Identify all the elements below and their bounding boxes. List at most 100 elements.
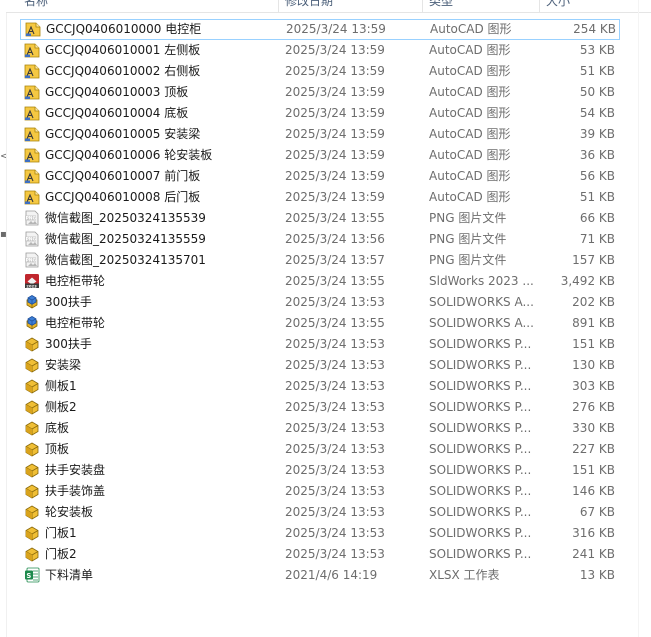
png-file-icon: PNG [24, 210, 40, 226]
file-row[interactable]: 2023 电控柜带轮 2025/3/24 13:55 SldWorks 2023 ..… [20, 271, 620, 292]
file-type: SOLIDWORKS P... [429, 400, 532, 414]
file-size: 71 KB [579, 232, 615, 246]
file-name: 300扶手 [45, 337, 92, 351]
column-divider[interactable] [422, 0, 423, 12]
file-row[interactable]: 扶手安装盘 2025/3/24 13:53 SOLIDWORKS P... 151 K… [20, 460, 620, 481]
file-row[interactable]: 300扶手 2025/3/24 13:53 SOLIDWORKS P... 151 K… [20, 334, 620, 355]
dwg-file-icon [24, 168, 40, 184]
svg-text:PNG: PNG [26, 258, 37, 264]
file-type: SOLIDWORKS P... [429, 442, 532, 456]
assembly-file-icon [24, 315, 40, 331]
file-date-modified: 2025/3/24 13:57 [285, 253, 385, 267]
file-row[interactable]: 门板2 2025/3/24 13:53 SOLIDWORKS P... 241 KB [20, 544, 620, 565]
file-size: 54 KB [579, 106, 615, 120]
file-row[interactable]: 安装梁 2025/3/24 13:53 SOLIDWORKS P... 130 KB [20, 355, 620, 376]
column-divider[interactable] [278, 0, 279, 12]
file-row[interactable]: PNG 微信截图_20250324135559 2025/3/24 13:56 PNG… [20, 229, 620, 250]
part-file-icon [24, 504, 40, 520]
file-date-modified: 2025/3/24 13:59 [285, 190, 385, 204]
file-date-modified: 2025/3/24 13:59 [285, 169, 385, 183]
file-size: 67 KB [579, 505, 615, 519]
file-row[interactable]: 底板 2025/3/24 13:53 SOLIDWORKS P... 330 KB [20, 418, 620, 439]
file-size: 130 KB [572, 358, 615, 372]
file-row[interactable]: PNG 微信截图_20250324135539 2025/3/24 13:55 PNG… [20, 208, 620, 229]
file-name: 300扶手 [45, 295, 92, 309]
file-row[interactable]: GCCJQ0406010002 右侧板 2025/3/24 13:59 AutoCA… [20, 61, 620, 82]
file-row[interactable]: S 下料清单 2021/4/6 14:19 XLSX 工作表 13 KB [20, 565, 620, 586]
file-row[interactable]: GCCJQ0406010008 后门板 2025/3/24 13:59 AutoCA… [20, 187, 620, 208]
file-size: 254 KB [573, 22, 616, 36]
part-file-icon [24, 525, 40, 541]
collapsed-tree-item-icon[interactable]: ▪ [0, 230, 6, 240]
file-size: 330 KB [572, 421, 615, 435]
file-date-modified: 2025/3/24 13:53 [285, 400, 385, 414]
file-row[interactable]: GCCJQ0406010007 前门板 2025/3/24 13:59 AutoCA… [20, 166, 620, 187]
file-date-modified: 2025/3/24 13:59 [285, 64, 385, 78]
file-row[interactable]: GCCJQ0406010006 轮安装板 2025/3/24 13:59 AutoC… [20, 145, 620, 166]
column-header-date[interactable]: 修改日期 [285, 0, 333, 9]
file-type: SOLIDWORKS P... [429, 358, 532, 372]
vertical-scrollbar-track[interactable] [638, 0, 639, 637]
file-row[interactable]: 侧板2 2025/3/24 13:53 SOLIDWORKS P... 276 KB [20, 397, 620, 418]
file-size: 13 KB [579, 568, 615, 582]
file-row[interactable]: 电控柜带轮 2025/3/24 13:55 SOLIDWORKS A... 891 K… [20, 313, 620, 334]
file-type: SOLIDWORKS P... [429, 547, 532, 561]
file-row[interactable]: GCCJQ0406010005 安装梁 2025/3/24 13:59 AutoCA… [20, 124, 620, 145]
file-list: GCCJQ0406010000 电控柜 2025/3/24 13:59 AutoCA… [20, 19, 620, 586]
file-date-modified: 2025/3/24 13:59 [285, 43, 385, 57]
svg-text:PNG: PNG [26, 216, 37, 222]
file-name: 底板 [45, 421, 70, 435]
file-name: GCCJQ0406010007 前门板 [45, 169, 201, 183]
file-row[interactable]: 顶板 2025/3/24 13:53 SOLIDWORKS P... 227 KB [20, 439, 620, 460]
collapsed-tree-chevron-icon[interactable]: < [0, 152, 6, 162]
file-type: PNG 图片文件 [429, 253, 507, 267]
column-header-size[interactable]: 大小 [546, 0, 570, 9]
file-row[interactable]: GCCJQ0406010001 左侧板 2025/3/24 13:59 AutoCA… [20, 40, 620, 61]
file-size: 276 KB [572, 400, 615, 414]
svg-text:PNG: PNG [26, 237, 37, 243]
file-row[interactable]: 扶手装饰盖 2025/3/24 13:53 SOLIDWORKS P... 146 K… [20, 481, 620, 502]
file-row[interactable]: 门板1 2025/3/24 13:53 SOLIDWORKS P... 316 KB [20, 523, 620, 544]
dwg-file-icon [24, 63, 40, 79]
file-type: SOLIDWORKS A... [429, 295, 534, 309]
column-header-type[interactable]: 类型 [429, 0, 453, 9]
file-type: SOLIDWORKS P... [429, 505, 532, 519]
file-date-modified: 2025/3/24 13:55 [285, 274, 385, 288]
file-size: 51 KB [579, 190, 615, 204]
file-row[interactable]: GCCJQ0406010004 底板 2025/3/24 13:59 AutoCAD… [20, 103, 620, 124]
file-type: SOLIDWORKS A... [429, 316, 534, 330]
file-name: 侧板1 [45, 379, 77, 393]
file-name: 电控柜带轮 [45, 274, 106, 288]
file-size: 157 KB [572, 253, 615, 267]
file-date-modified: 2025/3/24 13:53 [285, 421, 385, 435]
file-name: 轮安装板 [45, 505, 94, 519]
part-file-icon [24, 441, 40, 457]
dwg-file-icon [24, 84, 40, 100]
file-row[interactable]: GCCJQ0406010000 电控柜 2025/3/24 13:59 AutoCA… [20, 19, 620, 40]
file-type: SOLIDWORKS P... [429, 526, 532, 540]
file-type: AutoCAD 图形 [429, 190, 511, 204]
file-row[interactable]: 300扶手 2025/3/24 13:53 SOLIDWORKS A... 202 K… [20, 292, 620, 313]
dwg-file-icon [24, 42, 40, 58]
file-row[interactable]: 侧板1 2025/3/24 13:53 SOLIDWORKS P... 303 KB [20, 376, 620, 397]
file-date-modified: 2025/3/24 13:53 [285, 547, 385, 561]
file-type: AutoCAD 图形 [429, 169, 511, 183]
file-date-modified: 2025/3/24 13:53 [285, 484, 385, 498]
file-type: PNG 图片文件 [429, 211, 507, 225]
column-divider[interactable] [539, 0, 540, 12]
part-file-icon [24, 420, 40, 436]
png-file-icon: PNG [24, 252, 40, 268]
file-row[interactable]: 轮安装板 2025/3/24 13:53 SOLIDWORKS P... 67 KB [20, 502, 620, 523]
file-name: GCCJQ0406010005 安装梁 [45, 127, 201, 141]
file-size: 51 KB [579, 64, 615, 78]
file-date-modified: 2025/3/24 13:59 [285, 106, 385, 120]
file-date-modified: 2021/4/6 14:19 [285, 568, 378, 582]
file-row[interactable]: PNG 微信截图_20250324135701 2025/3/24 13:57 PNG… [20, 250, 620, 271]
file-type: XLSX 工作表 [429, 568, 500, 582]
column-header-name[interactable]: 名称 [24, 0, 48, 9]
file-size: 146 KB [572, 484, 615, 498]
file-date-modified: 2025/3/24 13:53 [285, 358, 385, 372]
file-date-modified: 2025/3/24 13:59 [286, 22, 386, 36]
file-row[interactable]: GCCJQ0406010003 顶板 2025/3/24 13:59 AutoCAD… [20, 82, 620, 103]
file-size: 56 KB [579, 169, 615, 183]
